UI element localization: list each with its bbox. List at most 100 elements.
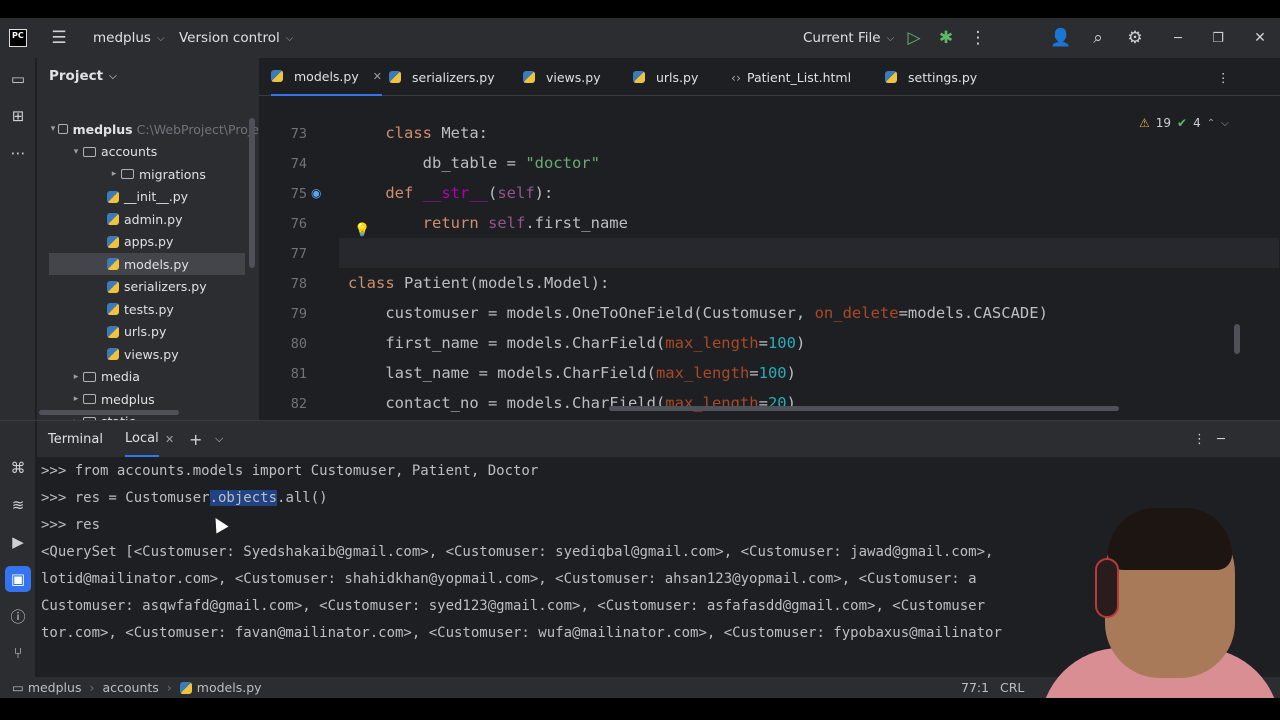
main-menu-icon[interactable]: ☰	[46, 18, 72, 58]
tree-item[interactable]: serializers.py	[37, 276, 259, 298]
tree-item[interactable]: ▾ medplus C:\WebProject\Proje	[37, 118, 259, 140]
python-file-icon	[107, 348, 119, 360]
tab-serializers[interactable]: serializers.py	[389, 58, 495, 96]
restore-icon[interactable]: ❐	[1208, 18, 1228, 58]
settings-gear-icon[interactable]: ⚙	[1122, 18, 1148, 58]
warning-icon: ⚠	[1139, 116, 1150, 130]
tree-item-label: accounts	[101, 144, 158, 159]
tab-patient-list[interactable]: ‹› Patient_List.html	[731, 58, 851, 96]
tree-item[interactable]: __init__.py	[37, 186, 259, 208]
tree-item[interactable]: ▸ migrations	[37, 163, 259, 185]
terminal-line: Customuser: asqwfafd@gmail.com>, <Custom…	[41, 598, 986, 614]
tab-models[interactable]: models.py ✕	[271, 58, 382, 96]
close-tab-icon[interactable]: ✕	[373, 70, 382, 83]
chevron-right-icon[interactable]: ▸	[107, 169, 121, 179]
inspection-widget[interactable]: ⚠ 19 ✔ 4 ⌃ ⌵	[1139, 116, 1229, 130]
new-terminal-tab-icon[interactable]: +	[189, 421, 202, 457]
more-actions-icon[interactable]: ⋮	[966, 18, 990, 58]
breadcrumb-project[interactable]: medplus	[28, 680, 82, 695]
tree-item[interactable]: models.py	[49, 253, 245, 275]
close-terminal-tab-icon[interactable]: ✕	[165, 421, 174, 457]
project-folder-icon[interactable]: ▭	[5, 66, 31, 92]
terminal-icon[interactable]: ▣	[5, 566, 31, 592]
more-tools-icon[interactable]: ⋯	[5, 140, 31, 166]
minimize-icon[interactable]: ─	[1168, 18, 1188, 58]
search-icon[interactable]: ⌕	[1085, 18, 1111, 58]
run-icon[interactable]: ▷	[902, 18, 926, 58]
folder-icon	[121, 169, 134, 179]
chevron-down-icon: ⌵	[156, 32, 165, 44]
code-line-79[interactable]: customuser = models.OneToOneField(Custom…	[348, 304, 1048, 322]
chevron-down-icon: ⌵	[109, 70, 117, 82]
project-hscrollbar[interactable]	[39, 410, 179, 415]
terminal-options-icon[interactable]: ⋮	[1193, 421, 1206, 457]
tree-item[interactable]: urls.py	[37, 321, 259, 343]
vcs-menu[interactable]: Version control ⌵	[179, 18, 293, 58]
tree-item[interactable]: tests.py	[37, 298, 259, 320]
git-icon[interactable]: ⑂	[5, 640, 31, 666]
breadcrumb-folder[interactable]: accounts	[102, 680, 158, 695]
chevron-down-icon: ⌵	[285, 32, 294, 44]
line-number: 74	[290, 156, 307, 172]
terminal-line: >>> res = Customuser.objects.all()	[41, 490, 328, 506]
code-line-74[interactable]: db_table = "doctor"	[348, 154, 600, 172]
hide-terminal-icon[interactable]: ─	[1217, 421, 1225, 457]
chevron-down-icon[interactable]: ⌵	[1221, 118, 1229, 129]
tab-views[interactable]: views.py	[523, 58, 601, 96]
line-number: 75	[290, 186, 307, 202]
problems-icon[interactable]: ⓘ	[5, 603, 31, 629]
line-number: 76	[290, 216, 307, 232]
tab-settings[interactable]: settings.py	[885, 58, 977, 96]
structure-icon[interactable]: ⊞	[5, 103, 31, 129]
code-line-81[interactable]: last_name = models.CharField(max_length=…	[348, 364, 796, 382]
tab-local[interactable]: Local	[125, 421, 159, 457]
caret-position[interactable]: 77:1	[961, 680, 989, 695]
code-line-75[interactable]: def __str__(self):	[348, 184, 553, 202]
terminal-header: Terminal Local ✕ + ⌵ ⋮ ─	[37, 421, 1280, 457]
code-line-77[interactable]	[348, 244, 357, 262]
tab-options-icon[interactable]: ⋮	[1217, 58, 1230, 96]
project-scrollbar[interactable]	[249, 118, 255, 268]
override-marker-icon[interactable]: ◉	[311, 186, 321, 200]
chevron-down-icon[interactable]: ▾	[48, 124, 58, 134]
code-line-78[interactable]: class Patient(models.Model):	[348, 274, 609, 292]
python-console-icon[interactable]: ⌘	[5, 455, 31, 481]
tree-item-path: C:\WebProject\Proje	[136, 121, 260, 137]
services-icon[interactable]: ▶	[5, 529, 31, 555]
tree-item[interactable]: views.py	[37, 343, 259, 365]
tree-item[interactable]: ▸ media	[37, 366, 259, 388]
tree-item[interactable]: admin.py	[37, 208, 259, 230]
breadcrumb-file[interactable]: models.py	[197, 680, 262, 695]
layers-icon[interactable]: ≋	[5, 492, 31, 518]
python-file-icon	[107, 190, 119, 203]
tab-label: serializers.py	[412, 69, 495, 85]
project-switcher[interactable]: medplus ⌵	[93, 18, 165, 58]
chevron-down-icon[interactable]: ⌵	[215, 421, 223, 457]
editor-scrollbar[interactable]	[1234, 324, 1240, 354]
chevron-right-icon: ›	[89, 680, 95, 695]
line-number: 82	[290, 396, 307, 412]
tab-urls[interactable]: urls.py	[633, 58, 698, 96]
line-number: 81	[290, 366, 307, 382]
tree-item-label: serializers.py	[124, 279, 207, 294]
chevron-right-icon[interactable]: ▸	[69, 372, 83, 382]
chevron-up-icon[interactable]: ⌃	[1207, 118, 1215, 129]
editor-tabs: models.py ✕ serializers.py views.py urls…	[259, 58, 1280, 96]
editor-hscrollbar[interactable]	[609, 406, 1119, 411]
tree-item[interactable]: ▸ medplus	[37, 388, 259, 410]
add-user-icon[interactable]: 👤	[1048, 18, 1074, 58]
tree-item[interactable]: ▾ accounts	[37, 141, 259, 163]
debug-icon[interactable]: ✱	[934, 18, 958, 58]
code-line-73[interactable]: class Meta:	[348, 124, 488, 142]
pycharm-logo: PC	[9, 29, 27, 47]
run-config-selector[interactable]: Current File ⌵	[803, 18, 894, 58]
chevron-down-icon[interactable]: ▾	[69, 147, 83, 157]
code-line-80[interactable]: first_name = models.CharField(max_length…	[348, 334, 805, 352]
project-panel-header[interactable]: Project ⌵	[49, 68, 117, 84]
tab-label: settings.py	[908, 69, 978, 85]
code-line-76[interactable]: return self.first_name	[348, 214, 628, 232]
chevron-right-icon[interactable]: ▸	[69, 394, 83, 404]
terminal-text: .all()	[277, 490, 328, 506]
close-icon[interactable]: ✕	[1250, 18, 1270, 58]
tree-item[interactable]: apps.py	[37, 231, 259, 253]
